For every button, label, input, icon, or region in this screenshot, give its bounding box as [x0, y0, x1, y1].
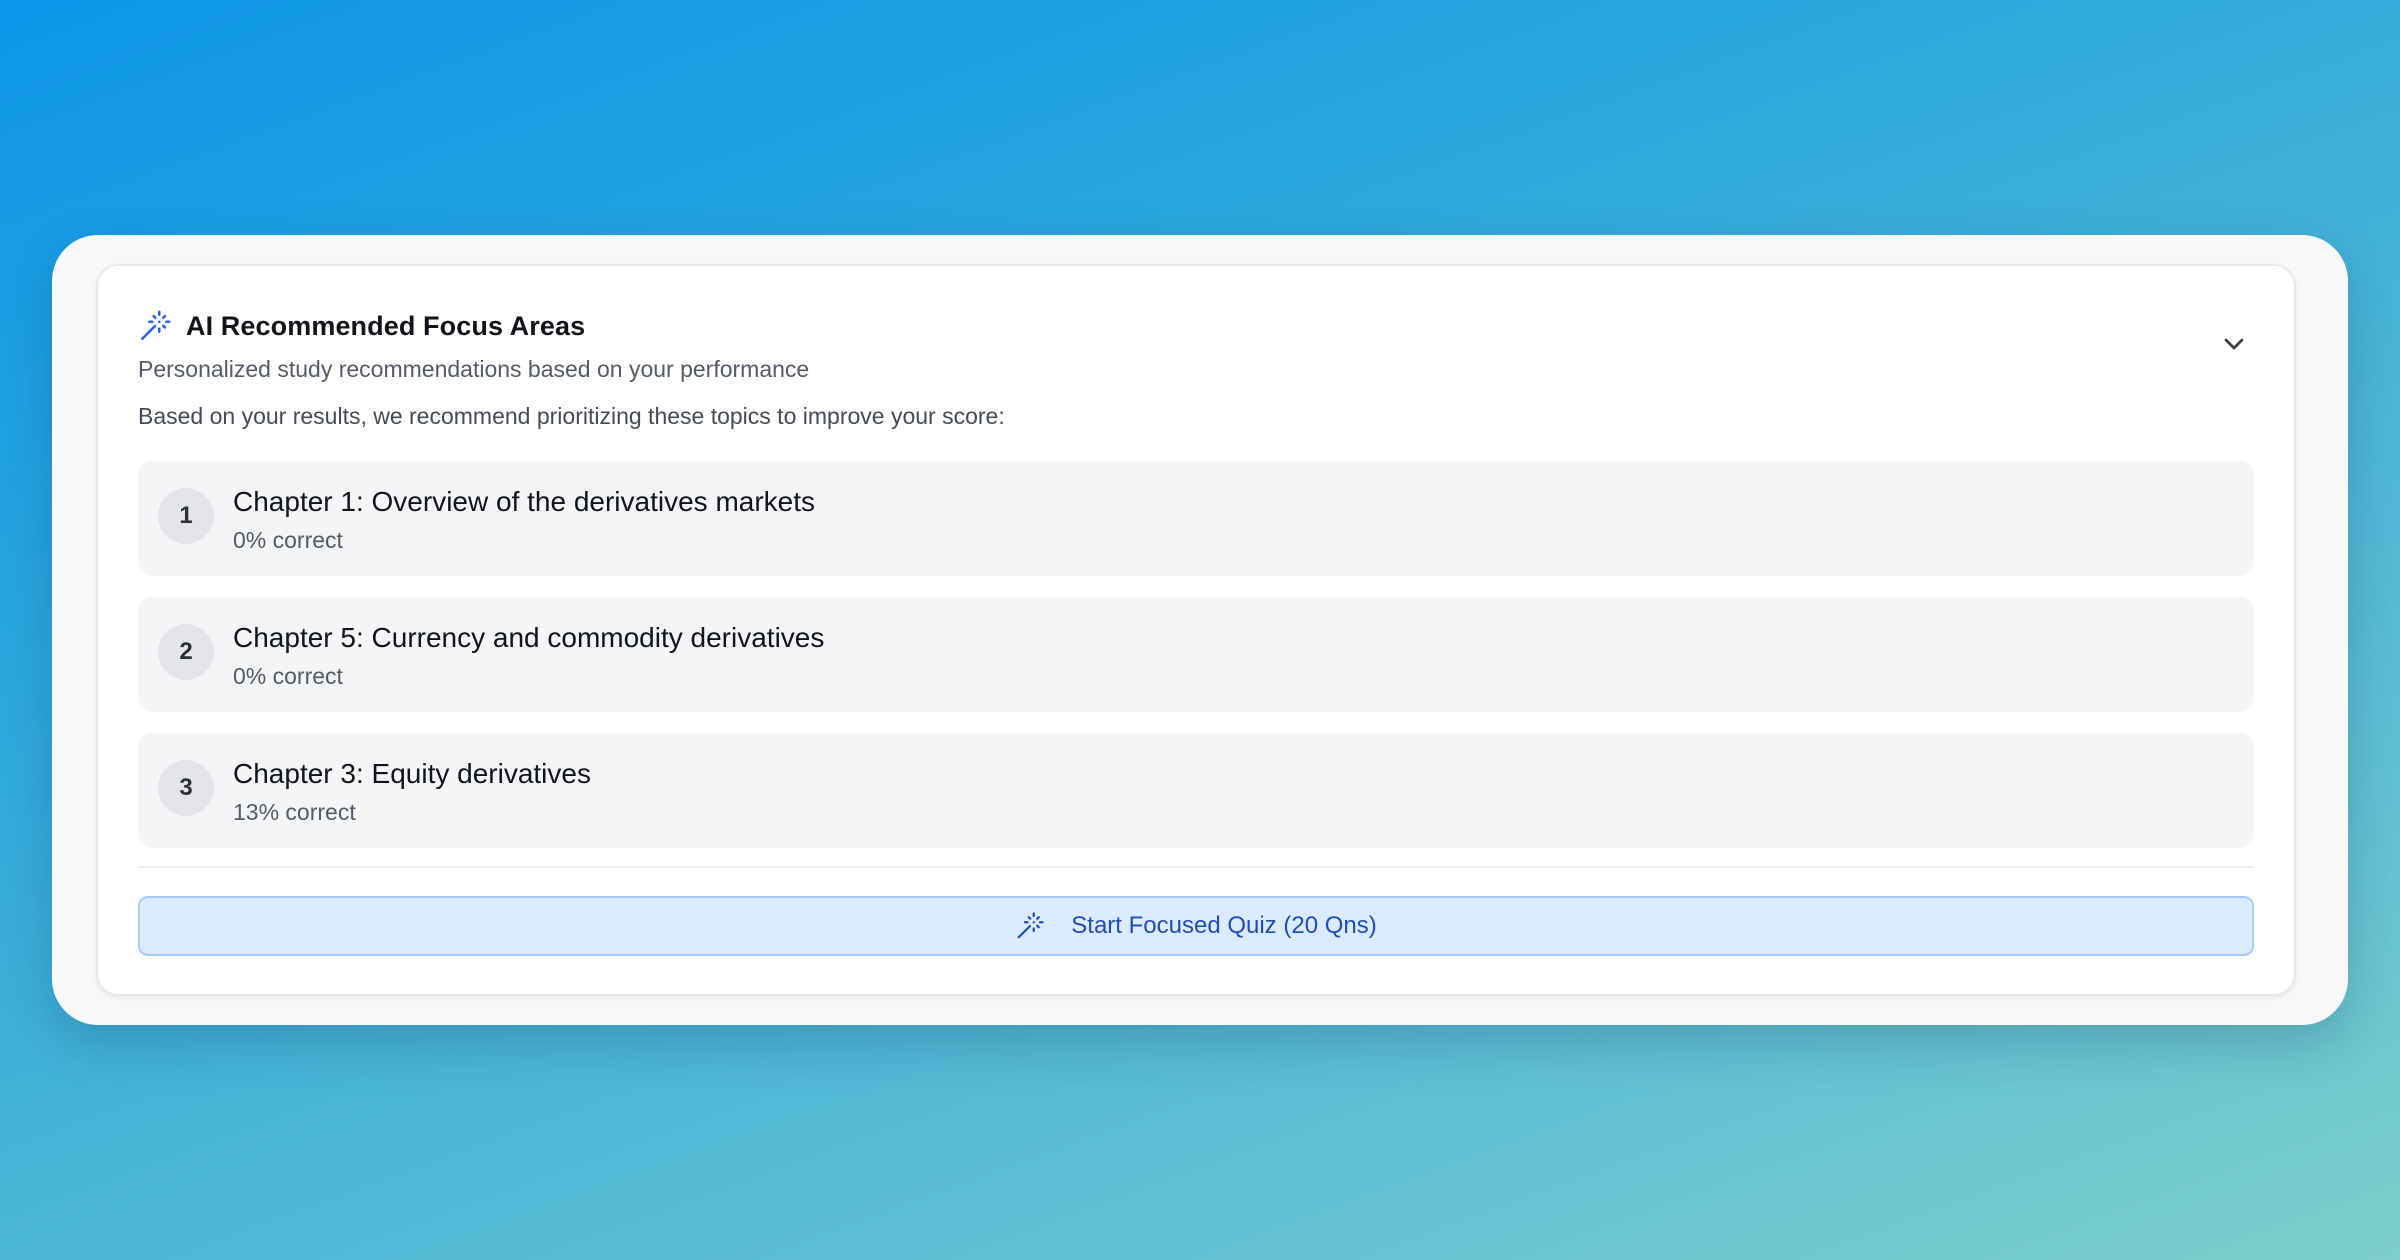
divider — [138, 866, 2254, 868]
card-subtitle: Personalized study recommendations based… — [138, 356, 810, 382]
magic-wand-icon — [1015, 911, 1045, 941]
topic-name: Chapter 3: Equity derivatives — [233, 758, 591, 789]
topic-list: 1 Chapter 1: Overview of the derivatives… — [138, 461, 2254, 869]
start-focused-quiz-label: Start Focused Quiz (20 Qns) — [1071, 912, 1377, 939]
topic-score: 0% correct — [233, 663, 343, 689]
topic-score: 0% correct — [233, 527, 343, 553]
card-header: AI Recommended Focus Areas — [138, 306, 585, 346]
topic-item: 3 Chapter 3: Equity derivatives 13% corr… — [138, 733, 2254, 848]
topic-name: Chapter 1: Overview of the derivatives m… — [233, 486, 816, 517]
topic-score: 13% correct — [233, 799, 356, 825]
app-frame: AI Recommended Focus Areas Personalized … — [52, 235, 2348, 1025]
recommendation-intro: Based on your results, we recommend prio… — [138, 403, 1005, 429]
collapse-toggle[interactable] — [2218, 328, 2250, 360]
start-focused-quiz-button[interactable]: Start Focused Quiz (20 Qns) — [138, 896, 2254, 956]
magic-wand-icon — [138, 309, 172, 343]
focus-areas-card: AI Recommended Focus Areas Personalized … — [96, 264, 2296, 996]
topic-item: 1 Chapter 1: Overview of the derivatives… — [138, 461, 2254, 576]
chevron-down-icon — [2224, 338, 2244, 350]
topic-item: 2 Chapter 5: Currency and commodity deri… — [138, 597, 2254, 712]
rank-badge: 1 — [158, 488, 214, 544]
rank-badge: 2 — [158, 624, 214, 680]
rank-badge: 3 — [158, 760, 214, 816]
card-title: AI Recommended Focus Areas — [186, 310, 586, 341]
topic-name: Chapter 5: Currency and commodity deriva… — [233, 622, 825, 653]
